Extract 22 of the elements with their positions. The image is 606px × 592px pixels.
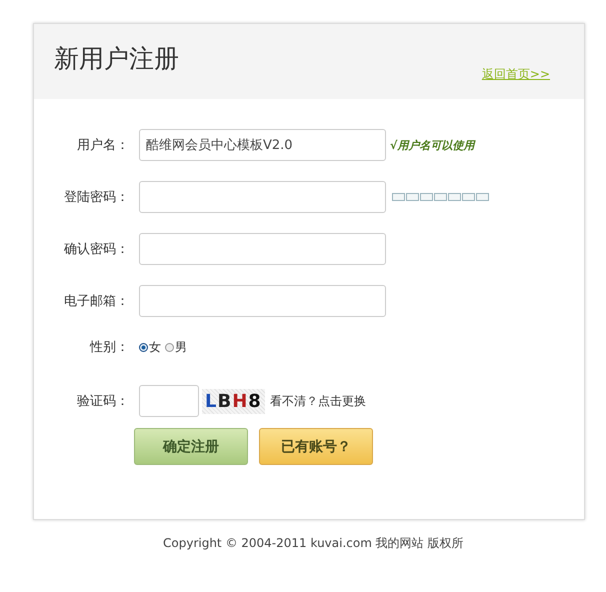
register-button[interactable]: 确定注册	[134, 428, 248, 465]
password-field[interactable]	[139, 181, 386, 213]
radio-option[interactable]: 男	[165, 338, 187, 356]
copyright-text: Copyright © 2004-2011 kuvai.com 我的网站 版权所	[163, 535, 465, 552]
login-button[interactable]: 已有账号？	[259, 428, 373, 465]
radio-icon[interactable]	[139, 342, 148, 352]
captcha-image[interactable]: LBH8	[202, 388, 265, 414]
password-field[interactable]	[139, 233, 386, 265]
page-title: 新用户注册	[54, 43, 179, 75]
field-label: 性别：	[88, 339, 129, 356]
field-label: 登陆密码：	[63, 189, 129, 206]
input-field[interactable]: 酷维网会员中心模板V2.0	[139, 129, 386, 161]
radio-option[interactable]: 女	[139, 338, 161, 356]
captcha-field[interactable]	[139, 385, 199, 417]
field-label: 确认密码：	[63, 241, 129, 258]
validation-message: √用户名可以使用	[390, 138, 474, 152]
radio-icon[interactable]	[165, 342, 174, 352]
field-label: 验证码：	[76, 393, 129, 410]
field-label: 用户名：	[76, 137, 129, 154]
input-field[interactable]	[139, 285, 386, 317]
refresh-captcha-link[interactable]: 看不清？点击更换	[270, 392, 366, 410]
field-label: 电子邮箱：	[63, 293, 129, 310]
